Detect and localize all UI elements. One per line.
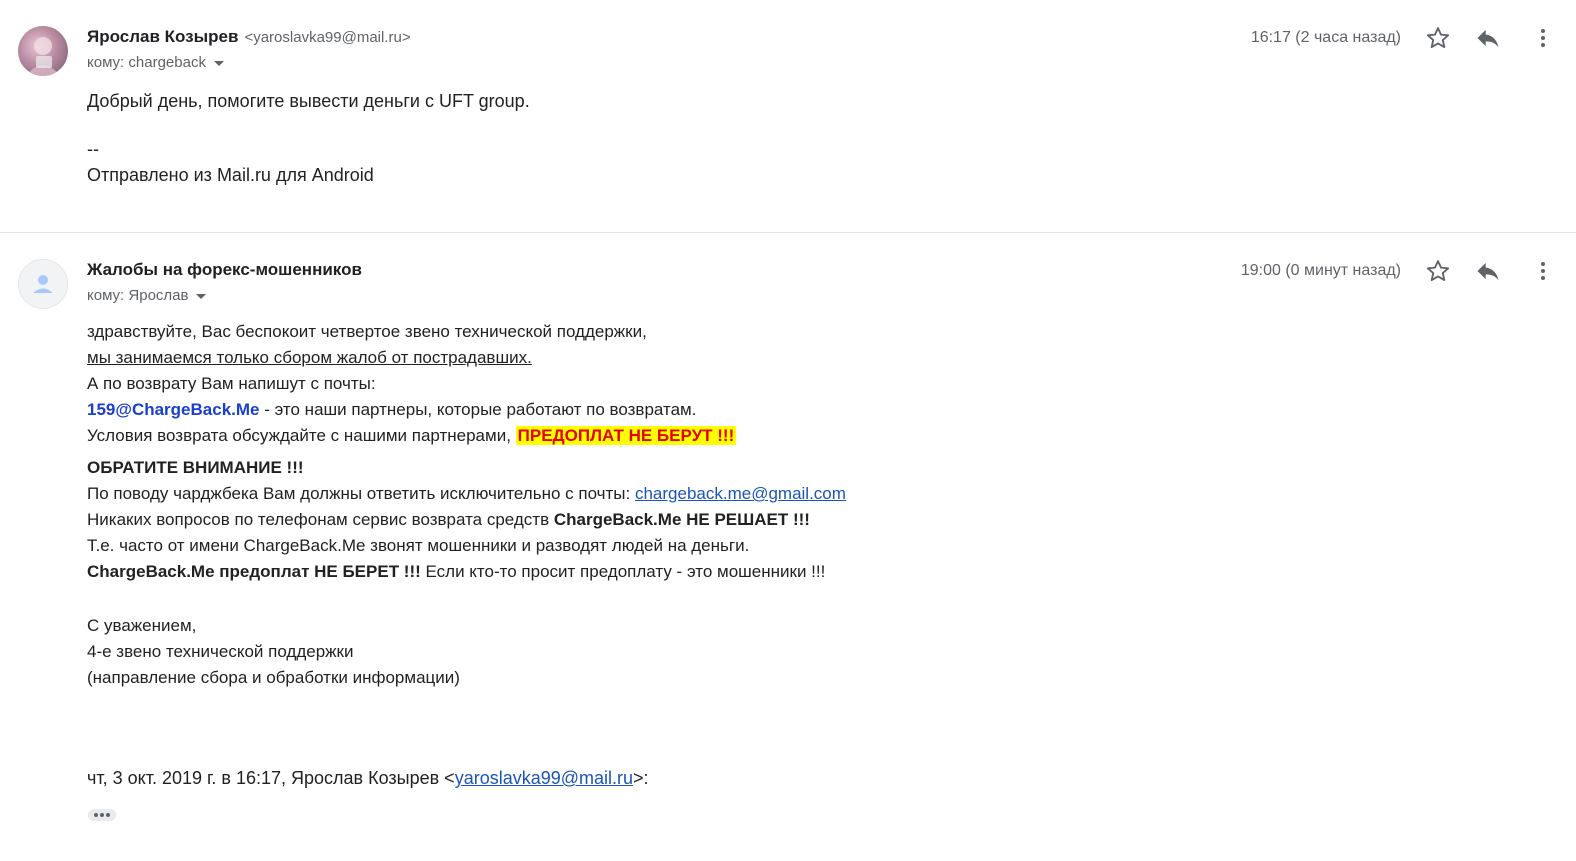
ellipsis-icon [100,813,104,817]
person-icon [33,275,53,293]
sender-line: Ярослав Козырев <yaroslavka99@mail.ru> [87,27,411,47]
avatar-photo-icon [26,37,60,76]
more-vert-icon [1541,262,1545,280]
chevron-down-icon[interactable] [196,293,207,299]
body-text: Добрый день, помогите вывести деньги с U… [87,91,530,111]
sender-avatar[interactable] [18,26,68,76]
more-options-button[interactable] [1536,257,1550,285]
body-line-clipped: Никаких вопросов по телефонам сервис воз… [87,507,846,533]
sender-avatar[interactable] [18,259,68,309]
signature-text: Отправлено из Mail.ru для Android [87,165,374,185]
message-body: Добрый день, помогите вывести деньги с U… [87,88,530,188]
body-text-bold: ChargeBack.Me предоплат НЕ БЕРЕТ !!! [87,562,421,581]
body-line: ChargeBack.Me предоплат НЕ БЕРЕТ !!! Есл… [87,559,846,585]
body-line: Т.е. часто от имени ChargeBack.Me звонят… [87,536,750,555]
signature-line: 4-е звено технической поддержки [87,642,354,661]
body-line: А по возврату Вам напишут с почты: [87,374,376,393]
email-message-2: Жалобы на форекс-мошенников кому: Яросла… [0,232,1576,861]
timestamp: 19:00 (0 минут назад) [1240,262,1401,279]
recipient-line[interactable]: кому: Ярослав [87,287,207,304]
more-options-button[interactable] [1536,24,1550,52]
recipient-label: кому: Ярослав [87,287,189,304]
message-body: здравствуйте, Вас беспокоит четвертое зв… [87,319,846,691]
star-button[interactable] [1424,24,1452,52]
partner-email: 159@ChargeBack.Me [87,400,260,419]
body-line: Условия возврата обсуждайте с нашими пар… [87,423,846,449]
warning-highlight: ПРЕДОПЛАТ НЕ БЕРУТ !!! [515,426,737,445]
timestamp: 16:17 (2 часа назад) [1250,29,1401,46]
recipient-label: кому: chargeback [87,54,206,71]
sender-name[interactable]: Ярослав Козырев [87,27,238,46]
sender-name[interactable]: Жалобы на форекс-мошенников [87,260,362,279]
body-line: 159@ChargeBack.Me - это наши партнеры, к… [87,397,846,423]
star-button[interactable] [1424,257,1452,285]
star-icon [1426,27,1450,49]
body-line: По поводу чарджбека Вам должны ответить … [87,481,846,507]
chevron-down-icon[interactable] [213,60,224,66]
signature-line: (направление сбора и обработки информаци… [87,668,460,687]
body-line-underlined: мы занимаемся только сбором жалоб от пос… [87,348,532,367]
signature-line: С уважением, [87,616,197,635]
recipient-line[interactable]: кому: chargeback [87,54,224,71]
email-message-1: Ярослав Козырев <yaroslavka99@mail.ru> ко… [0,0,1576,232]
body-text: Условия возврата обсуждайте с нашими пар… [87,426,516,445]
quoted-header: чт, 3 окт. 2019 г. в 16:17, Ярослав Козы… [87,768,649,789]
body-line: здравствуйте, Вас беспокоит четвертое зв… [87,322,647,341]
star-icon [1426,260,1450,282]
quote-prefix: чт, 3 окт. 2019 г. в 16:17, Ярослав Козы… [87,768,455,788]
attention-heading: ОБРАТИТЕ ВНИМАНИЕ !!! [87,458,304,477]
ellipsis-icon [94,813,98,817]
body-text: Если кто-то просит предоплату - это моше… [420,562,826,581]
reply-button[interactable] [1474,24,1502,52]
show-trimmed-content-button[interactable] [88,809,116,821]
body-text: Никаких вопросов по телефонам сервис воз… [87,510,554,529]
quote-suffix: >: [633,768,649,788]
ellipsis-icon [106,813,110,817]
reply-icon [1477,29,1499,48]
reply-icon [1477,262,1499,281]
quote-email-link[interactable]: yaroslavka99@mail.ru [455,768,633,788]
reply-button[interactable] [1474,257,1502,285]
body-text: - это наши партнеры, которые работают по… [259,400,697,419]
body-text: По поводу чарджбека Вам должны ответить … [87,484,635,503]
signature-separator: -- [87,139,99,159]
body-text-bold: ChargeBack.Me НЕ РЕШАЕТ !!! [553,510,810,529]
sender-line: Жалобы на форекс-мошенников [87,260,362,280]
chargeback-email-link[interactable]: chargeback.me@gmail.com [635,484,846,503]
sender-email: <yaroslavka99@mail.ru> [244,29,411,46]
more-vert-icon [1541,29,1545,47]
